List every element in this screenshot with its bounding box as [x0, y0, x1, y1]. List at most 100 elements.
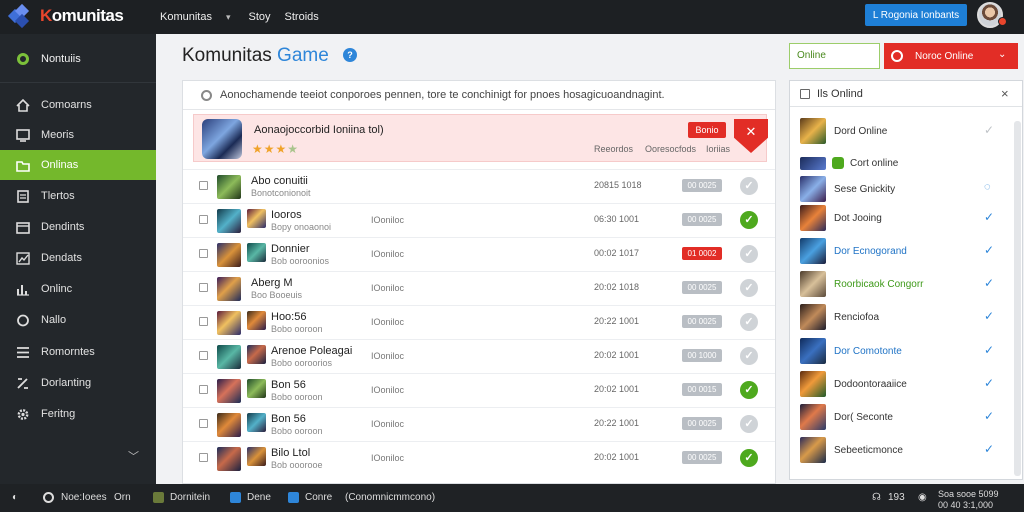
- list-item[interactable]: Sese Gnickity ◌: [800, 176, 1000, 202]
- check-icon[interactable]: ✓: [984, 210, 994, 224]
- table-row[interactable]: Donnier Bob ooroonios IOoniloc 00:02 1017 01…: [183, 237, 775, 271]
- check-icon[interactable]: ✓: [984, 376, 994, 390]
- app-logo[interactable]: Komunitas: [7, 3, 124, 29]
- sidebar-item-11[interactable]: Feritng: [0, 399, 156, 429]
- check-icon[interactable]: ✓: [984, 409, 994, 423]
- check-icon[interactable]: ✓: [984, 309, 994, 323]
- sidebar-header[interactable]: Nontuiis: [0, 42, 156, 76]
- game-thumbnail: [247, 413, 266, 432]
- row-checkbox[interactable]: [199, 385, 208, 394]
- globe-icon: [43, 492, 54, 503]
- table-row[interactable]: Bilo Ltol Bob ooorooe IOoniloc 20:02 1001 00…: [183, 441, 775, 475]
- topnav-item-komunitas[interactable]: Komunitas: [160, 11, 212, 23]
- headset-icon[interactable]: ☊: [872, 492, 881, 503]
- sidebar-item-4[interactable]: Tlertos: [0, 181, 156, 211]
- list-item[interactable]: Dor Ecnogorand ✓: [800, 238, 1000, 264]
- table-row[interactable]: Iooros Bopy onoaonoi IOoniloc 06:30 1001 00 …: [183, 203, 775, 237]
- list-item-label: Dodoontoraaiice: [834, 378, 907, 390]
- info-icon[interactable]: ?: [343, 48, 357, 62]
- row-checkbox[interactable]: [199, 317, 208, 326]
- scrollbar[interactable]: [1014, 121, 1021, 476]
- bookmark-icon[interactable]: ✕: [734, 119, 768, 153]
- sidebar-item-label: Dorlanting: [41, 377, 92, 389]
- topnav-item-stroids[interactable]: Stroids: [285, 11, 319, 23]
- list-item[interactable]: Dord Online ✓: [800, 118, 1000, 144]
- check-icon[interactable]: ✓: [740, 279, 758, 297]
- check-icon[interactable]: ✓: [740, 415, 758, 433]
- row-checkbox[interactable]: [199, 181, 208, 190]
- info-icon[interactable]: ◉: [918, 492, 927, 503]
- game-thumbnail: [247, 345, 266, 364]
- table-row[interactable]: Bon 56 Bobo ooroon IOoniloc 20:02 1001 00 00…: [183, 373, 775, 407]
- table-row[interactable]: Bon 56 Bobo ooroon IOoniloc 20:22 1001 00 00…: [183, 407, 775, 441]
- status-badge[interactable]: Bonio: [688, 122, 726, 138]
- check-icon[interactable]: ✓: [984, 442, 994, 456]
- list-item[interactable]: Dot Jooing ✓: [800, 205, 1000, 231]
- sidebar-item-7[interactable]: Onlinc: [0, 274, 156, 304]
- online-field[interactable]: Online: [789, 43, 880, 69]
- row-checkbox[interactable]: [199, 453, 208, 462]
- row-checkbox[interactable]: [199, 215, 208, 224]
- sidebar-item-9[interactable]: Romorntes: [0, 337, 156, 367]
- row-checkbox[interactable]: [199, 351, 208, 360]
- row-checkbox[interactable]: [199, 283, 208, 292]
- bottom-item-4[interactable]: Dene: [247, 492, 271, 503]
- check-icon[interactable]: ✓: [740, 177, 758, 195]
- game-thumbnail: [247, 447, 266, 466]
- online-button[interactable]: Noroc Online ⌄: [884, 43, 1018, 69]
- check-icon[interactable]: ✓: [984, 343, 994, 357]
- table-row[interactable]: Aberg M Boo Booeuis IOoniloc 20:02 1018 00 0…: [183, 271, 775, 305]
- sidebar-item-5[interactable]: Dendints: [0, 212, 156, 242]
- sidebar-item-8[interactable]: Nallo: [0, 305, 156, 335]
- bottom-item-1[interactable]: Noe:Ioees: [61, 492, 107, 503]
- search-input[interactable]: [220, 89, 740, 101]
- list-item-label: Roorbicaok Congorr: [834, 278, 924, 290]
- list-item[interactable]: Dor( Seconte ✓: [800, 404, 1000, 430]
- check-icon[interactable]: ✓: [740, 313, 758, 331]
- sidebar-item-1[interactable]: Comoarns: [0, 90, 156, 120]
- bottom-item-5[interactable]: Conre: [305, 492, 332, 503]
- game-thumbnail: [800, 338, 826, 364]
- row-checkbox[interactable]: [199, 249, 208, 258]
- checkbox-icon[interactable]: [800, 88, 810, 99]
- table-row[interactable]: Hoo:56 Bobo ooroon IOoniloc 20:22 1001 00 00…: [183, 305, 775, 339]
- sidebar-item-6[interactable]: Dendats: [0, 243, 156, 273]
- bottom-status-1: 193: [888, 492, 905, 503]
- featured-game[interactable]: Aonaojoccorbid Ioniina tol) ★★★★ Reeordo…: [193, 114, 768, 162]
- status-badge: 00 0025: [682, 315, 722, 328]
- chevron-down-icon[interactable]: ﹀: [128, 448, 139, 464]
- chevron-down-icon[interactable]: ▾: [226, 12, 231, 23]
- sidebar-item-10[interactable]: Dorlanting: [0, 368, 156, 398]
- list-item[interactable]: Roorbicaok Congorr ✓: [800, 271, 1000, 297]
- check-icon[interactable]: ✓: [984, 123, 994, 137]
- table-row[interactable]: Arenoe Poleagai Bobo ooroorios IOoniloc 20:…: [183, 339, 775, 373]
- row-title: Iooros: [271, 209, 302, 221]
- check-icon[interactable]: ✓: [984, 243, 994, 257]
- online-panel: Ils Onlind × Dord Online ✓ Cort online Sese…: [789, 80, 1023, 480]
- list-item[interactable]: Dor Comotonte ✓: [800, 338, 1000, 364]
- check-icon[interactable]: ✓: [740, 211, 758, 229]
- sidebar-item-label: Feritng: [41, 408, 76, 420]
- sidebar-item-2[interactable]: Meoris: [0, 120, 156, 150]
- table-row[interactable]: Abo conuitii Bonotconionoit 20815 1018 00 0…: [183, 169, 775, 203]
- check-icon[interactable]: ✓: [740, 245, 758, 263]
- sidebar-item-3[interactable]: Onlinas: [0, 150, 156, 180]
- list-item[interactable]: Renciofoa ✓: [800, 304, 1000, 330]
- topnav-item-stoy[interactable]: Stoy: [249, 11, 271, 23]
- check-icon[interactable]: ✓: [984, 276, 994, 290]
- close-icon[interactable]: ×: [1001, 86, 1009, 101]
- bar-chart-icon: [16, 283, 30, 296]
- list-item[interactable]: Cort online: [800, 150, 1000, 176]
- sidebar-header-label: Nontuiis: [41, 53, 81, 65]
- game-thumbnail: [217, 243, 241, 267]
- check-icon[interactable]: ✓: [740, 381, 758, 399]
- row-checkbox[interactable]: [199, 419, 208, 428]
- app-icon[interactable]: ◐: [12, 492, 18, 503]
- check-icon[interactable]: ✓: [740, 347, 758, 365]
- bottom-item-3[interactable]: Dornitein: [170, 492, 210, 503]
- bottom-item-2[interactable]: Orn: [114, 492, 131, 503]
- list-item[interactable]: Dodoontoraaiice ✓: [800, 371, 1000, 397]
- top-cta-button[interactable]: L Rogonia Ionbants: [865, 4, 967, 26]
- list-item[interactable]: Sebeeticmonce ✓: [800, 437, 1000, 463]
- check-icon[interactable]: ✓: [740, 449, 758, 467]
